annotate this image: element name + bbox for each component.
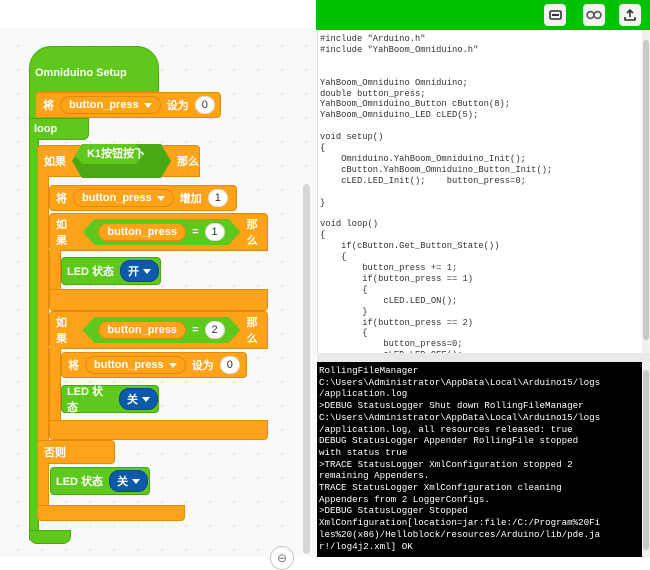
loop-title: loop <box>34 123 58 135</box>
eq-operator-2: = <box>192 324 199 336</box>
loop-block-footer <box>29 530 71 544</box>
if-label: 如果 <box>44 156 66 168</box>
increase-variable-name: button_press <box>82 192 152 204</box>
else-label: 否则 <box>44 447 66 459</box>
if-button-footer <box>37 505 185 521</box>
variable-dropdown[interactable]: button_press <box>60 96 161 114</box>
dropdown-arrow-icon <box>156 195 165 201</box>
button-condition-block[interactable]: K1按钮按下时 <box>72 144 171 178</box>
increase-value-input[interactable]: 1 <box>207 189 228 207</box>
led-else-label: LED 状态 <box>56 476 104 488</box>
if-eq2-block[interactable]: 如果 button_press = 2 那么 <box>49 311 268 349</box>
editor-scroll-thumb[interactable] <box>643 40 649 340</box>
console-output[interactable]: RollingFileManager C:\Users\Administrato… <box>317 362 642 557</box>
led-else-block[interactable]: LED 状态 关 <box>50 467 150 495</box>
led-off-label: LED 状态 <box>67 386 104 414</box>
else-block: 否则 <box>37 440 115 464</box>
compare-eq1-block[interactable]: button_press = 1 <box>82 219 240 245</box>
led-on-block[interactable]: LED 状态 开 <box>61 257 161 285</box>
if-button-block[interactable]: 如果 K1按钮按下时 那么 <box>37 145 200 177</box>
set-to-label: 设为 <box>166 100 189 112</box>
if-button-rail <box>37 175 49 455</box>
eq-operator: = <box>192 226 199 238</box>
panel-divider[interactable] <box>317 353 650 362</box>
upload-icon[interactable] <box>619 4 641 26</box>
led-off-value: 关 <box>127 394 138 406</box>
compare-eq2-value[interactable]: 2 <box>205 321 225 339</box>
if-eq1-rail <box>49 250 61 290</box>
reset-set-label: 将 <box>68 360 79 372</box>
increase-variable-dropdown[interactable]: button_press <box>73 189 174 207</box>
if-eq1-block[interactable]: 如果 button_press = 1 那么 <box>49 213 268 251</box>
dropdown-arrow-icon <box>143 268 152 274</box>
dropdown-arrow-icon <box>132 478 141 484</box>
led-on-label: LED 状态 <box>67 266 115 278</box>
arduino-icon[interactable] <box>583 4 605 26</box>
console-scroll-thumb[interactable] <box>643 370 649 550</box>
loop-block-header[interactable]: loop <box>29 118 89 140</box>
then-label: 那么 <box>177 156 199 168</box>
compare-eq2-block[interactable]: button_press = 2 <box>82 317 240 343</box>
set-variable-block[interactable]: 将 button_press 设为 0 <box>35 92 221 118</box>
blocks-workspace[interactable]: Omniduino Setup 将 button_press 设为 0 loop… <box>0 0 316 570</box>
reset-variable-block[interactable]: 将 button_press 设为 0 <box>61 352 247 378</box>
workspace-scrollbar[interactable] <box>303 184 310 554</box>
serial-monitor-icon[interactable] <box>544 4 566 26</box>
code-editor[interactable]: #include "Arduino.h" #include "YahBoom_O… <box>317 30 642 353</box>
compare-eq1-value[interactable]: 1 <box>205 223 225 241</box>
increase-set-label: 将 <box>56 193 67 205</box>
compare-eq1-variable[interactable]: button_press <box>98 223 186 241</box>
set-label: 将 <box>43 100 54 112</box>
if-eq2-rail <box>49 348 61 422</box>
reset-value-input[interactable]: 0 <box>219 356 240 374</box>
compare-eq2-variable[interactable]: button_press <box>98 321 186 339</box>
button-condition-label: K1按钮按下时 <box>73 144 145 180</box>
led-else-value: 关 <box>117 476 129 488</box>
led-off-block[interactable]: LED 状态 关 <box>61 385 159 414</box>
setup-hat-block[interactable]: Omniduino Setup <box>29 46 159 98</box>
console-scrollbar[interactable] <box>642 362 650 557</box>
led-on-value: 开 <box>128 266 140 278</box>
init-value-input[interactable]: 0 <box>194 96 215 114</box>
if-eq1-label: 如果 <box>56 219 67 247</box>
editor-scrollbar[interactable] <box>642 30 650 353</box>
if-eq2-then: 那么 <box>246 317 258 345</box>
setup-title: Omniduino Setup <box>35 67 127 79</box>
console-log-text: RollingFileManager C:\Users\Administrato… <box>319 365 601 552</box>
increase-block[interactable]: 将 button_press 增加 1 <box>49 185 237 211</box>
reset-set-to: 设为 <box>191 360 214 372</box>
else-rail <box>37 462 49 507</box>
if-eq1-then: 那么 <box>246 219 258 247</box>
variable-name: button_press <box>69 99 139 111</box>
zoom-out-icon[interactable]: ⊖ <box>270 546 294 570</box>
increase-label: 增加 <box>179 193 202 205</box>
if-eq1-footer <box>49 289 268 311</box>
if-eq2-footer <box>49 420 268 440</box>
if-eq2-label: 如果 <box>56 317 67 345</box>
code-panel-header <box>316 0 650 30</box>
reset-variable-name: button_press <box>94 359 164 371</box>
dropdown-arrow-icon <box>142 396 150 402</box>
led-state-dropdown-off[interactable]: 关 <box>119 388 158 410</box>
led-state-dropdown-else[interactable]: 关 <box>109 470 149 492</box>
reset-variable-dropdown[interactable]: button_press <box>85 356 186 374</box>
led-state-dropdown-on[interactable]: 开 <box>120 260 160 282</box>
dropdown-arrow-icon <box>168 362 177 368</box>
code-text: #include "Arduino.h" #include "YahBoom_O… <box>320 34 553 353</box>
dropdown-arrow-icon <box>143 102 152 108</box>
workspace-top-strip <box>0 0 316 28</box>
